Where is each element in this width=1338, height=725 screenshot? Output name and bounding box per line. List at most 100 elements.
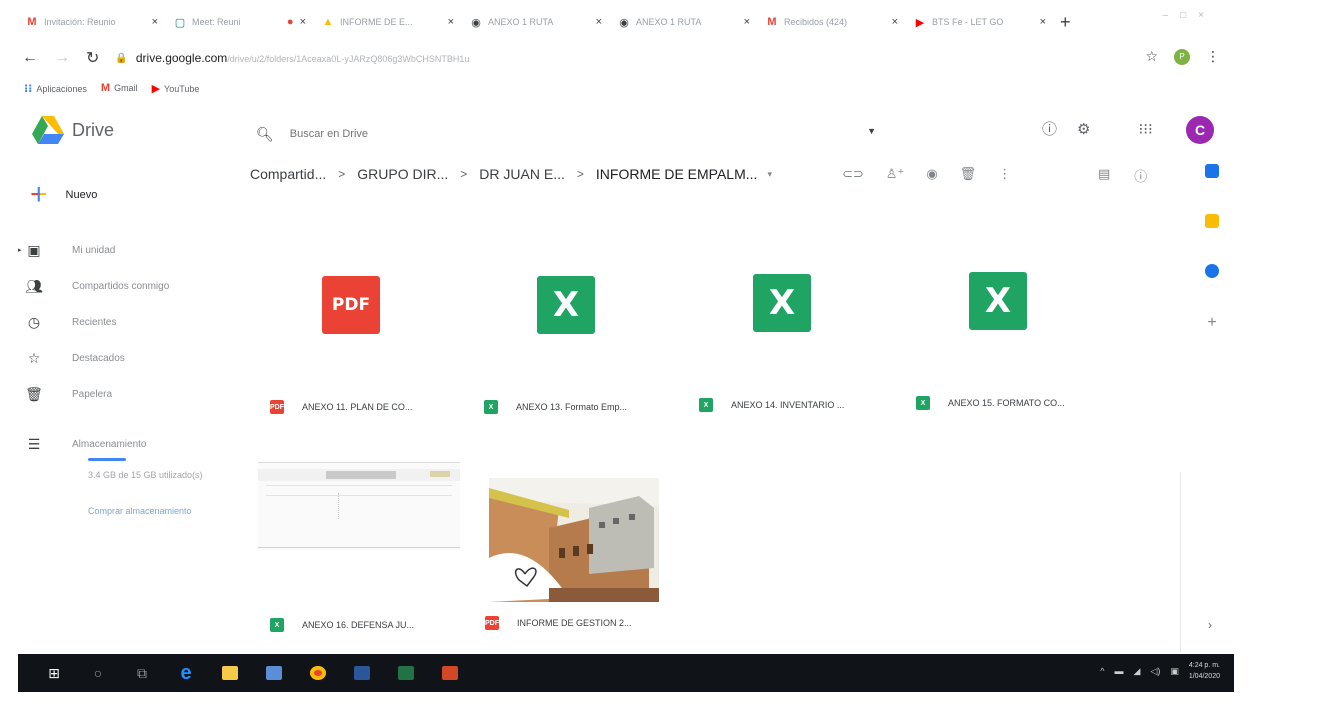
sidebar-item-starred[interactable]: ☆ Destacados	[18, 340, 169, 376]
storage-icon: ☰	[27, 435, 41, 452]
clock-date: 1/04/2020	[1188, 673, 1220, 680]
file-name-row[interactable]: X ANEXO 16. DEFENSA JU...	[270, 618, 414, 632]
close-tab-icon[interactable]: ×	[744, 16, 750, 28]
file-name-row[interactable]: X ANEXO 13. Formato Emp...	[484, 400, 627, 414]
browser-tab[interactable]: ◉ ANEXO 1 RUTA ×	[610, 7, 758, 37]
close-tab-icon[interactable]: ×	[300, 16, 306, 28]
search-icon[interactable]: ○	[76, 654, 120, 692]
close-tab-icon[interactable]: ×	[448, 16, 454, 28]
thumb-line	[266, 485, 452, 486]
chevron-down-icon[interactable]: ▾	[767, 169, 772, 180]
new-tab-icon[interactable]: +	[1060, 12, 1071, 33]
breadcrumb-item[interactable]: GRUPO DIR...	[357, 166, 448, 182]
breadcrumb: Compartid... > GRUPO DIR... > DR JUAN E.…	[250, 166, 772, 182]
add-person-icon[interactable]: ♙⁺	[886, 166, 905, 182]
link-icon[interactable]: ⊂⊃	[842, 166, 864, 182]
search-input[interactable]	[289, 128, 790, 140]
app-name: Drive	[72, 119, 115, 140]
volume-icon[interactable]: ◁)	[1150, 666, 1160, 677]
sidebar-item-recent[interactable]: ◷ Recientes	[18, 304, 169, 340]
bookmark-youtube[interactable]: ▶ YouTube	[152, 82, 200, 95]
file-card-pdf[interactable]: PDF	[322, 276, 380, 334]
browser-tab[interactable]: ◉ ANEXO 1 RUTA ×	[462, 7, 610, 37]
new-button[interactable]: + Nuevo	[30, 180, 97, 210]
sidebar-item-my-drive[interactable]: ▸ ▣ Mi unidad	[18, 232, 169, 268]
excel-icon[interactable]	[384, 654, 428, 692]
sidebar-item-shared[interactable]: 👥︎ Compartidos conmigo	[18, 268, 169, 304]
breadcrumb-item[interactable]: DR JUAN E...	[479, 166, 565, 182]
menu-dots-icon[interactable]: ⋮	[1206, 48, 1220, 65]
close-tab-icon[interactable]: ×	[596, 16, 602, 28]
apps-grid-icon[interactable]: ⁝⁝⁝	[1138, 120, 1152, 138]
file-card-xls[interactable]: X	[753, 274, 811, 332]
file-name: ANEXO 11. PLAN DE CO...	[302, 402, 413, 412]
more-vert-icon[interactable]: ⋮	[998, 166, 1011, 182]
file-name-row[interactable]: X ANEXO 15. FORMATO CO...	[916, 396, 1065, 410]
tasks-icon[interactable]	[1205, 264, 1219, 278]
buy-storage-link[interactable]: Comprar almacenamiento	[88, 504, 208, 518]
breadcrumb-item[interactable]: Compartid...	[250, 166, 326, 182]
file-explorer-icon[interactable]	[208, 654, 252, 692]
reload-icon[interactable]: ↻	[86, 48, 99, 68]
close-tab-icon[interactable]: ×	[1040, 16, 1046, 28]
help-icon[interactable]: ⓘ	[1042, 118, 1057, 139]
url-field[interactable]: drive.google.com/drive/u/2/folders/1Acea…	[136, 51, 470, 65]
drive-logo[interactable]: Drive	[32, 116, 114, 144]
browser-tab[interactable]: M Recibidos (424) ×	[758, 7, 906, 37]
avatar[interactable]: C	[1186, 116, 1214, 144]
browser-tab[interactable]: ▲ INFORME DE E... ×	[314, 7, 462, 37]
add-addon-icon[interactable]: +	[1192, 314, 1232, 332]
clock[interactable]: 4:24 p. m. 1/04/2020	[1189, 660, 1220, 682]
clock-icon: ◷	[27, 313, 41, 330]
file-thumbnail-doc[interactable]	[258, 462, 460, 550]
chrome-shape	[310, 666, 326, 680]
sidebar-item-trash[interactable]: 🗑︎ Papelera	[18, 376, 169, 412]
close-tab-icon[interactable]: ×	[152, 16, 158, 28]
chrome-icon[interactable]	[296, 654, 340, 692]
file-thumbnail-photo[interactable]	[489, 478, 659, 602]
browser-tab[interactable]: ▢ Meet: Reuni ● ×	[166, 7, 314, 37]
windows-start-icon[interactable]: ⊞	[32, 654, 76, 692]
gear-icon[interactable]: ⚙	[1077, 120, 1090, 138]
bookmark-apps[interactable]: ⁝⁝ Aplicaciones	[24, 82, 87, 95]
browser-tab[interactable]: ▶ BTS Fe - LET GO ×	[906, 7, 1054, 37]
notification-icon[interactable]: ▣	[1170, 666, 1179, 677]
trash-icon[interactable]: 🗑︎	[960, 166, 977, 182]
powerpoint-icon[interactable]	[428, 654, 472, 692]
search-icon[interactable]: 🔍︎	[256, 126, 274, 143]
word-icon[interactable]	[340, 654, 384, 692]
forward-icon[interactable]: →	[54, 49, 70, 67]
profile-icon[interactable]: P	[1174, 48, 1190, 65]
list-view-icon[interactable]: ▤	[1098, 166, 1110, 185]
star-bookmark-icon[interactable]: ☆	[1145, 48, 1158, 65]
eye-icon[interactable]: ◉	[926, 166, 937, 182]
file-card-xls[interactable]: X	[969, 272, 1027, 330]
star-icon: ☆	[27, 349, 41, 366]
search-options-icon[interactable]: ▼	[867, 126, 876, 136]
file-name-row[interactable]: X ANEXO 14. INVENTARIO ...	[699, 398, 844, 412]
sidebar-item-storage[interactable]: ☰ Almacenamiento	[18, 426, 169, 462]
close-tab-icon[interactable]: ×	[892, 16, 898, 28]
lock-icon[interactable]: 🔒	[115, 53, 127, 64]
keep-icon[interactable]	[1205, 214, 1219, 228]
breadcrumb-current[interactable]: INFORME DE EMPALM...	[596, 166, 758, 182]
calendar-icon[interactable]	[1205, 164, 1219, 178]
my-drive-icon: ▣	[27, 241, 41, 258]
file-card-xls[interactable]: X	[537, 276, 595, 334]
chevron-up-icon[interactable]: ^	[1100, 666, 1104, 676]
wifi-icon[interactable]: ◢	[1133, 666, 1140, 677]
chevron-right-icon[interactable]: ›	[1208, 618, 1212, 632]
app-icon[interactable]	[252, 654, 296, 692]
info-icon[interactable]: ⓘ	[1134, 166, 1147, 185]
pdf-file-icon: PDF	[485, 616, 499, 630]
bookmark-gmail[interactable]: M Gmail	[101, 82, 138, 94]
file-name-row[interactable]: PDF ANEXO 11. PLAN DE CO...	[270, 400, 412, 414]
browser-tab[interactable]: M Invitación: Reunio ×	[18, 7, 166, 37]
back-icon[interactable]: ←	[22, 49, 38, 67]
youtube-icon: ▶	[151, 82, 161, 95]
file-name-row[interactable]: PDF INFORME DE GESTION 2...	[485, 616, 632, 630]
window-controls[interactable]: –□×	[1163, 10, 1216, 21]
edge-icon[interactable]: e	[164, 654, 208, 692]
network-icon[interactable]: ▬	[1114, 666, 1123, 676]
task-view-icon[interactable]: ⧉	[120, 654, 164, 692]
